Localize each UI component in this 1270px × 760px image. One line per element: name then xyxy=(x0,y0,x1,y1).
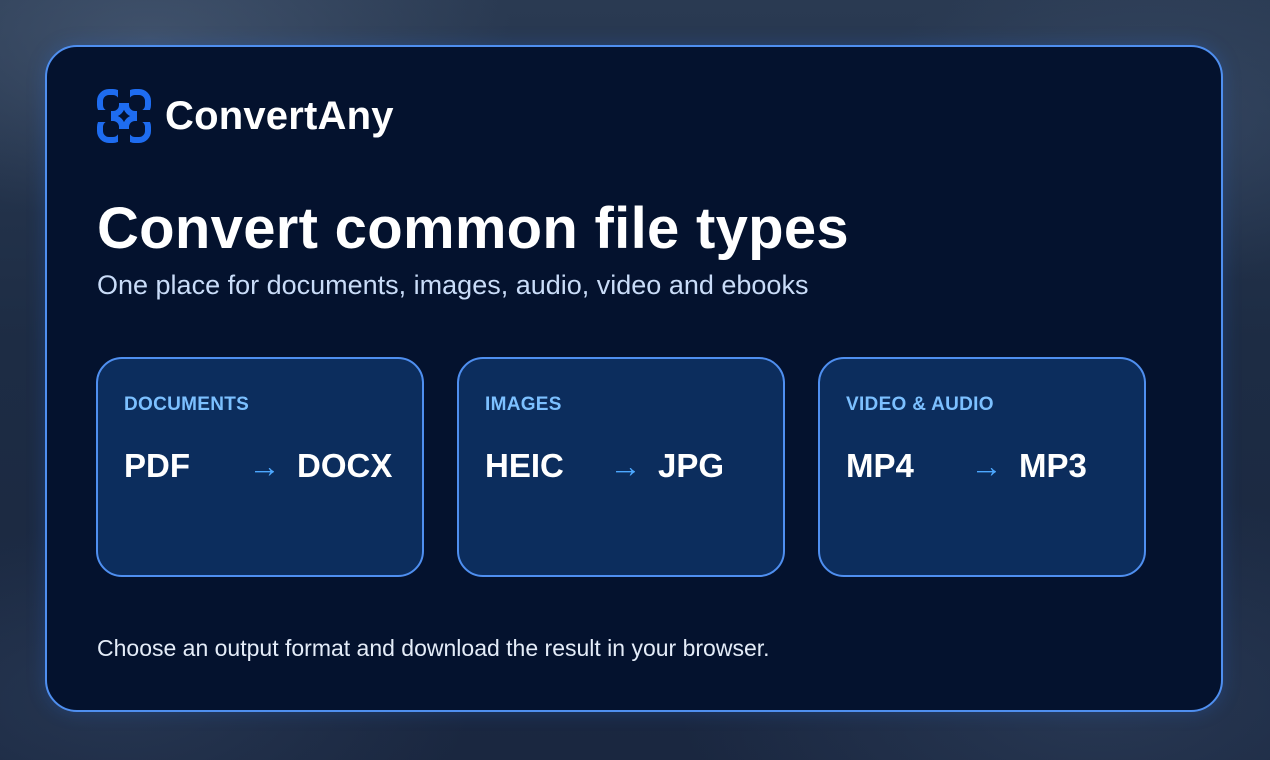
tile-label: VIDEO & AUDIO xyxy=(846,394,994,415)
tile-label: DOCUMENTS xyxy=(124,394,250,415)
target-format: DOCX xyxy=(297,447,393,484)
hero-card: ConvertAny Convert common file types One… xyxy=(45,45,1223,712)
source-format: MP4 xyxy=(846,447,914,484)
footer-note: Choose an output format and download the… xyxy=(97,635,770,661)
arrow-right-icon: → xyxy=(609,447,642,484)
page-subtitle: One place for documents, images, audio, … xyxy=(97,270,809,300)
conversion-pair: PDF → DOCX xyxy=(124,447,414,485)
conversion-pair: HEIC → JPG xyxy=(485,447,775,485)
tile-images[interactable]: IMAGES HEIC → JPG xyxy=(457,357,785,577)
source-format: PDF xyxy=(124,447,190,484)
arrow-right-icon: → xyxy=(970,447,1003,484)
target-format: MP3 xyxy=(1019,447,1087,484)
converter-logo-icon xyxy=(97,89,151,143)
tile-label: IMAGES xyxy=(485,394,562,415)
page-title: Convert common file types xyxy=(97,196,849,261)
arrow-right-icon: → xyxy=(248,447,281,484)
tile-documents[interactable]: DOCUMENTS PDF → DOCX xyxy=(96,357,424,577)
target-format: JPG xyxy=(658,447,725,484)
source-format: HEIC xyxy=(485,447,564,484)
tile-video-audio[interactable]: VIDEO & AUDIO MP4 → MP3 xyxy=(818,357,1146,577)
brand-name: ConvertAny xyxy=(165,93,394,138)
conversion-tiles: DOCUMENTS PDF → DOCX IMAGES HEIC → JPG V… xyxy=(96,357,1146,577)
brand: ConvertAny xyxy=(97,89,394,143)
conversion-pair: MP4 → MP3 xyxy=(846,447,1136,485)
